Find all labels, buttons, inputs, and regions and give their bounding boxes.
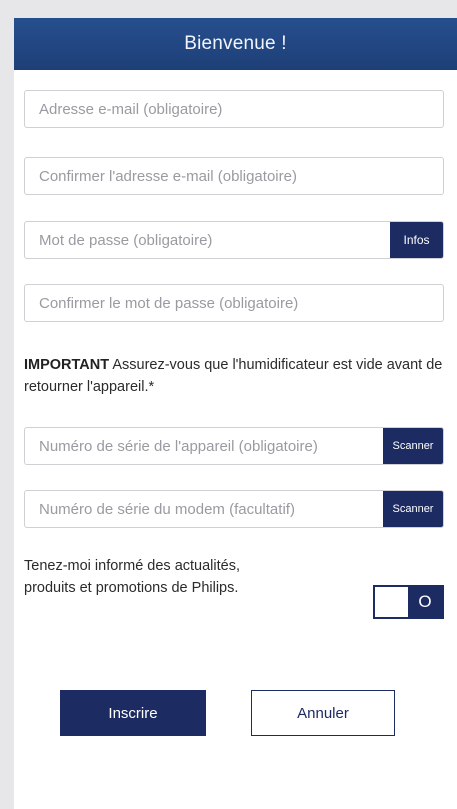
modem-serial-input[interactable] (25, 491, 383, 527)
email-field[interactable] (24, 90, 444, 128)
important-notice: IMPORTANT Assurez-vous que l'humidificat… (24, 354, 449, 398)
email-input[interactable] (25, 91, 443, 127)
device-serial-field[interactable]: Scanner (24, 427, 444, 465)
modem-scan-button[interactable]: Scanner (383, 491, 443, 527)
device-scan-button[interactable]: Scanner (383, 428, 443, 464)
toggle-knob: O (408, 587, 442, 617)
newsletter-toggle[interactable]: O (373, 585, 444, 619)
password-input[interactable] (25, 222, 390, 258)
registration-screen: Bienvenue ! Infos IMPORTANT Assurez-vous… (14, 18, 457, 809)
header-bar: Bienvenue ! (14, 18, 457, 70)
password-info-button[interactable]: Infos (390, 222, 443, 258)
device-serial-input[interactable] (25, 428, 383, 464)
register-button[interactable]: Inscrire (60, 690, 206, 736)
password-confirm-field[interactable] (24, 284, 444, 322)
email-confirm-input[interactable] (25, 158, 443, 194)
cancel-button[interactable]: Annuler (251, 690, 395, 736)
page-title: Bienvenue ! (184, 33, 287, 54)
email-confirm-field[interactable] (24, 157, 444, 195)
newsletter-label: Tenez-moi informé des actualités, produi… (24, 558, 240, 596)
important-label: IMPORTANT (24, 357, 110, 373)
password-field[interactable]: Infos (24, 221, 444, 259)
modem-serial-field[interactable]: Scanner (24, 490, 444, 528)
password-confirm-input[interactable] (25, 285, 443, 321)
